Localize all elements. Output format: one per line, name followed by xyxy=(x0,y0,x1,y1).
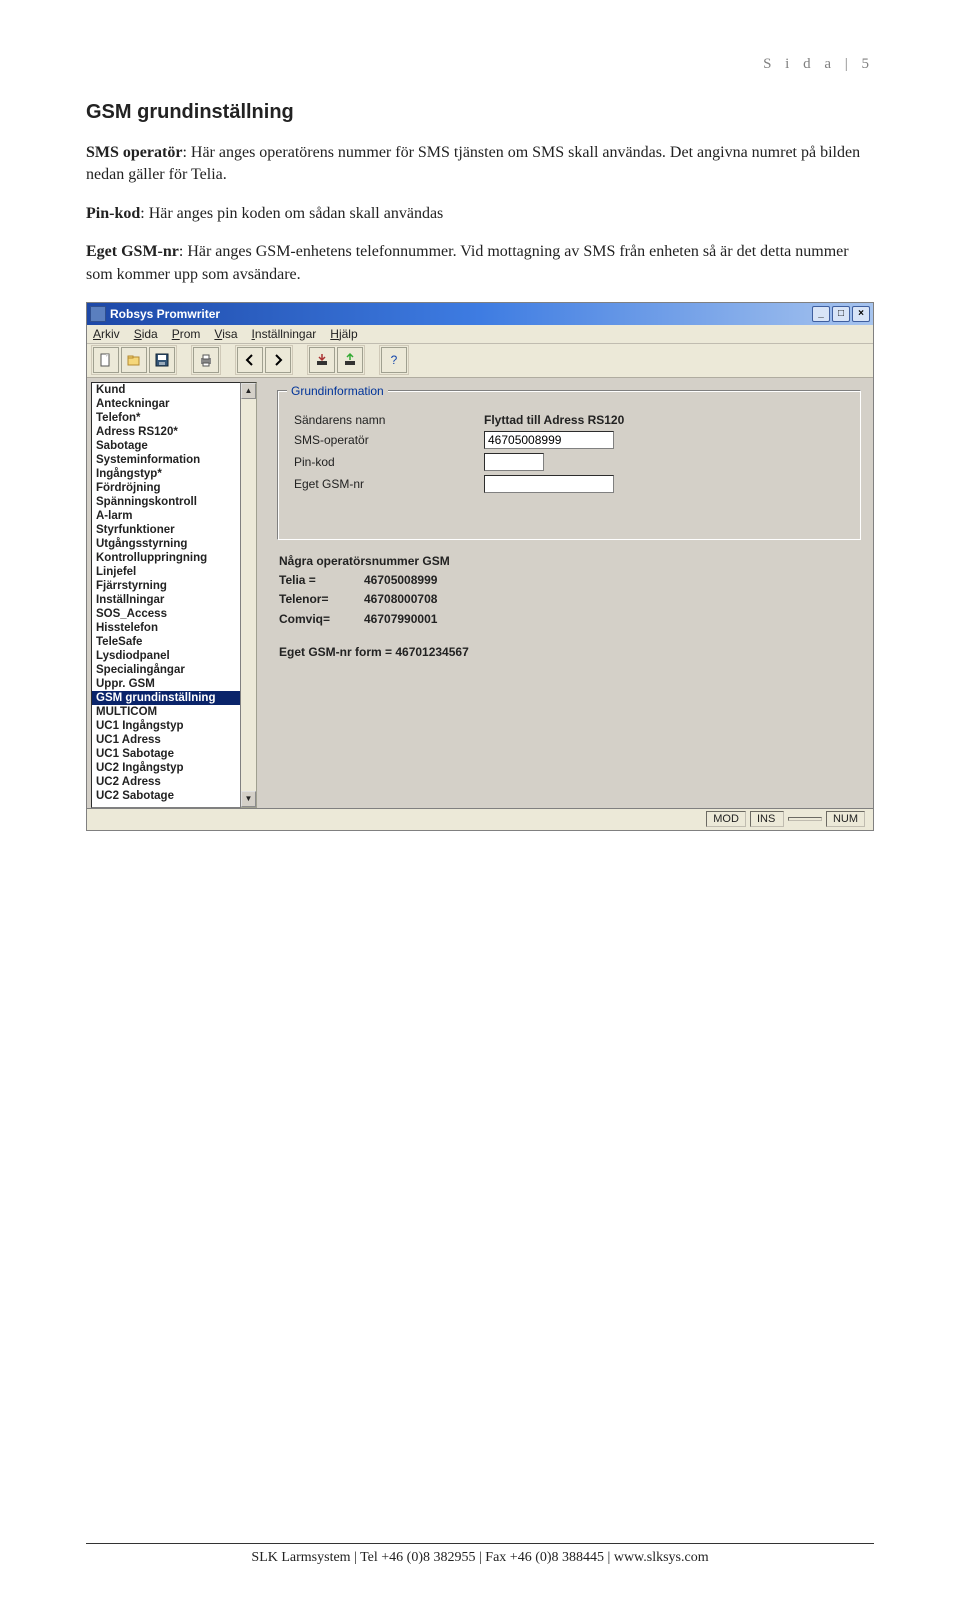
print-icon[interactable] xyxy=(193,347,219,373)
section-heading: GSM grundinställning xyxy=(86,101,874,124)
p1-label: SMS operatör xyxy=(86,144,182,161)
status-num: NUM xyxy=(826,811,865,827)
sidebar-item[interactable]: Anteckningar xyxy=(92,397,240,411)
sidebar-item[interactable]: Fördröjning xyxy=(92,481,240,495)
svg-text:?: ? xyxy=(391,353,398,367)
title-bar[interactable]: Robsys Promwriter _ □ × xyxy=(87,303,873,325)
menu-prom[interactable]: Prom xyxy=(172,327,201,341)
sidebar-item[interactable]: Ingångstyp* xyxy=(92,467,240,481)
app-icon xyxy=(90,306,106,322)
sidebar-item[interactable]: Linjefel xyxy=(92,565,240,579)
scroll-down-button[interactable]: ▼ xyxy=(241,791,256,807)
sidebar-item[interactable]: Lysdiodpanel xyxy=(92,649,240,663)
p3-text: : Här anges GSM-enhetens telefonnummer. … xyxy=(86,243,849,282)
example-text: Eget GSM-nr form = 46701234567 xyxy=(279,643,861,662)
sidebar-item[interactable]: Utgångsstyrning xyxy=(92,537,240,551)
status-bar: MOD INS NUM xyxy=(87,808,873,830)
save-icon[interactable] xyxy=(149,347,175,373)
pin-code-input[interactable] xyxy=(484,453,544,471)
sidebar-item[interactable]: UC2 Ingångstyp xyxy=(92,761,240,775)
status-ins: INS xyxy=(750,811,784,827)
sender-name-label: Sändarens namn xyxy=(294,413,484,427)
open-file-icon[interactable] xyxy=(121,347,147,373)
app-window: Robsys Promwriter _ □ × Arkiv Sida Prom … xyxy=(86,302,874,831)
op1-number: 46705008999 xyxy=(364,571,437,590)
sidebar-item[interactable]: UC1 Sabotage xyxy=(92,747,240,761)
scroll-thumb[interactable] xyxy=(241,399,256,791)
menu-arkiv[interactable]: Arkiv xyxy=(93,327,120,341)
status-blank xyxy=(788,817,822,821)
document-body: SMS operatör: Här anges operatörens numm… xyxy=(86,142,874,286)
sidebar-item[interactable]: UC1 Ingångstyp xyxy=(92,719,240,733)
page-number: S i d a | 5 xyxy=(86,56,874,73)
menu-installningar[interactable]: Inställningar xyxy=(252,327,317,341)
prev-page-icon[interactable] xyxy=(237,347,263,373)
sidebar-item[interactable]: UC2 Sabotage xyxy=(92,789,240,803)
sms-operator-input[interactable] xyxy=(484,431,614,449)
sidebar-item[interactable]: Hisstelefon xyxy=(92,621,240,635)
sidebar-item[interactable]: UC2 Adress xyxy=(92,775,240,789)
notes-heading: Några operatörsnummer GSM xyxy=(279,552,861,571)
sidebar-item[interactable]: UC1 Adress xyxy=(92,733,240,747)
minimize-button[interactable]: _ xyxy=(812,306,830,322)
sidebar-item[interactable]: SOS_Access xyxy=(92,607,240,621)
p2-text: : Här anges pin koden om sådan skall anv… xyxy=(140,205,443,222)
sidebar-item[interactable]: Sabotage xyxy=(92,439,240,453)
next-page-icon[interactable] xyxy=(265,347,291,373)
content-panel: Grundinformation Sändarens namn Flyttad … xyxy=(263,382,869,808)
page-footer: SLK Larmsystem | Tel +46 (0)8 382955 | F… xyxy=(86,1543,874,1566)
menu-bar: Arkiv Sida Prom Visa Inställningar Hjälp xyxy=(87,325,873,344)
sidebar-item[interactable]: TeleSafe xyxy=(92,635,240,649)
download-prom-icon[interactable] xyxy=(309,347,335,373)
new-file-icon[interactable] xyxy=(93,347,119,373)
group-frame: Sändarens namn Flyttad till Adress RS120… xyxy=(277,390,861,540)
sidebar-item[interactable]: Telefon* xyxy=(92,411,240,425)
upload-prom-icon[interactable] xyxy=(337,347,363,373)
sidebar-item[interactable]: A-larm xyxy=(92,509,240,523)
help-icon[interactable]: ? xyxy=(381,347,407,373)
own-gsm-input[interactable] xyxy=(484,475,614,493)
sender-name-value: Flyttad till Adress RS120 xyxy=(484,413,624,427)
sidebar-item[interactable]: Specialingångar xyxy=(92,663,240,677)
navigation-list[interactable]: KundAnteckningarTelefon*Adress RS120*Sab… xyxy=(91,382,241,808)
sidebar-item[interactable]: Styrfunktioner xyxy=(92,523,240,537)
op2-name: Telenor= xyxy=(279,590,364,609)
p3-label: Eget GSM-nr xyxy=(86,243,179,260)
sidebar-item[interactable]: Adress RS120* xyxy=(92,425,240,439)
sidebar-item[interactable]: Fjärrstyrning xyxy=(92,579,240,593)
sms-operator-label: SMS-operatör xyxy=(294,433,484,447)
sidebar-item[interactable]: MULTICOM xyxy=(92,705,240,719)
status-mod: MOD xyxy=(706,811,746,827)
group-title: Grundinformation xyxy=(287,384,388,398)
menu-visa[interactable]: Visa xyxy=(214,327,237,341)
op1-name: Telia = xyxy=(279,571,364,590)
workspace: KundAnteckningarTelefon*Adress RS120*Sab… xyxy=(87,378,873,808)
sidebar-item[interactable]: Inställningar xyxy=(92,593,240,607)
toolbar: ? xyxy=(87,344,873,378)
sidebar-item[interactable]: GSM grundinställning xyxy=(92,691,240,705)
sidebar-item[interactable]: Uppr. GSM xyxy=(92,677,240,691)
menu-sida[interactable]: Sida xyxy=(134,327,158,341)
window-title: Robsys Promwriter xyxy=(110,307,220,321)
p1-text: : Här anges operatörens nummer för SMS t… xyxy=(86,144,860,183)
sidebar-item[interactable]: Kund xyxy=(92,383,240,397)
sidebar-scrollbar[interactable]: ▲ ▼ xyxy=(241,382,257,808)
operator-notes: Några operatörsnummer GSM Telia =4670500… xyxy=(277,552,861,662)
pin-code-label: Pin-kod xyxy=(294,455,484,469)
own-gsm-label: Eget GSM-nr xyxy=(294,477,484,491)
op2-number: 46708000708 xyxy=(364,590,437,609)
maximize-button[interactable]: □ xyxy=(832,306,850,322)
sidebar-item[interactable]: Kontrolluppringning xyxy=(92,551,240,565)
op3-name: Comviq= xyxy=(279,610,364,629)
menu-hjalp[interactable]: Hjälp xyxy=(330,327,357,341)
scroll-up-button[interactable]: ▲ xyxy=(241,383,256,399)
p2-label: Pin-kod xyxy=(86,205,140,222)
sidebar-item[interactable]: Spänningskontroll xyxy=(92,495,240,509)
close-button[interactable]: × xyxy=(852,306,870,322)
op3-number: 46707990001 xyxy=(364,610,437,629)
sidebar-item[interactable]: Systeminformation xyxy=(92,453,240,467)
